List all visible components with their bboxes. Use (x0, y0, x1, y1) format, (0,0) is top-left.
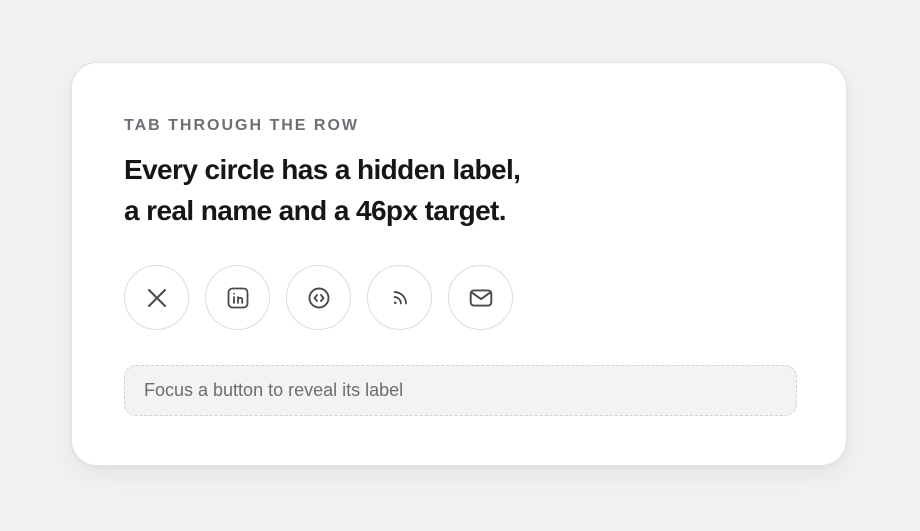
eyebrow-label: TAB THROUGH THE ROW (124, 117, 360, 134)
mail-icon (469, 288, 492, 307)
code-icon (308, 287, 329, 308)
headline: Every circle has a hidden label, a real … (124, 149, 644, 231)
headline-line-1: Every circle has a hidden label, (124, 154, 521, 185)
linkedin-button[interactable]: LinkedIn (205, 265, 270, 330)
x-button[interactable]: X (124, 265, 189, 330)
mail-button[interactable]: Email (448, 265, 513, 330)
social-card: TAB THROUGH THE ROW Every circle has a h… (71, 62, 847, 466)
linkedin-icon (227, 287, 248, 308)
code-button[interactable]: Code (286, 265, 351, 330)
icon-button-row: X LinkedIn Code R (124, 265, 513, 330)
headline-line-2: a real name and a 46px target. (124, 195, 507, 226)
x-icon (147, 288, 166, 307)
label-status-box: Focus a button to reveal its label (124, 365, 797, 416)
rss-icon (393, 290, 407, 304)
rss-button[interactable]: RSS (367, 265, 432, 330)
